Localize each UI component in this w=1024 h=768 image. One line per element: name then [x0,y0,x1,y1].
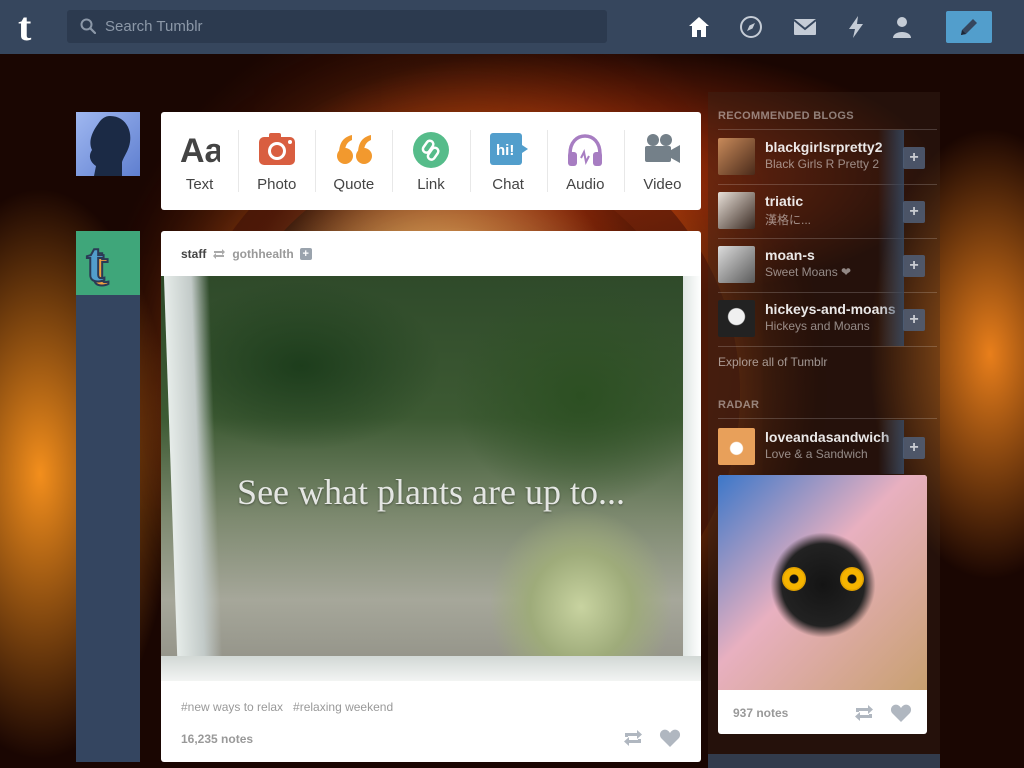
follow-button[interactable]: + [903,255,925,277]
blog-avatar[interactable] [718,300,755,337]
radar-blog-item[interactable]: loveandasandwich Love & a Sandwich + [718,420,937,474]
account-icon[interactable] [890,15,914,39]
post-type-video[interactable]: Video [623,112,701,210]
reblog-icon[interactable] [853,703,875,723]
explore-icon[interactable] [739,15,763,39]
silhouette-icon [89,116,131,176]
reblogged-from-link[interactable]: gothhealth [232,247,293,261]
follow-button[interactable]: + [903,147,925,169]
window-frame-bottom [161,656,701,681]
top-navigation-bar: t [0,0,1024,54]
link-icon [412,132,449,168]
inbox-icon[interactable] [793,15,817,39]
radar-heading: RADAR [718,399,760,411]
fern-plant [491,511,671,671]
post-actions [622,728,681,748]
post-header: staff gothhealth + [181,246,312,262]
svg-text:hi!: hi! [496,142,514,159]
post-type-label: Video [643,176,682,193]
follow-button[interactable]: + [903,201,925,223]
home-icon[interactable] [687,15,711,39]
post-photo[interactable]: See what plants are up to... [161,276,701,681]
post-type-chat[interactable]: hi! Chat [469,112,547,210]
recommended-blog-item[interactable]: triatic 漢格に... + [718,184,937,238]
blog-avatar[interactable] [718,246,755,283]
search-input[interactable] [105,10,595,43]
recommended-blog-item[interactable]: blackgirlsrpretty2 Black Girls R Pretty … [718,130,937,184]
fade-overlay [878,238,904,292]
post-type-label: Text [185,176,214,193]
radar-notes-count[interactable]: 937 notes [733,706,788,720]
radar-post-card: 937 notes [718,475,927,734]
headphones-icon [568,134,603,166]
activity-icon[interactable] [844,15,868,39]
post-tags: #new ways to relax #relaxing weekend [181,700,393,714]
tag-link[interactable]: #new ways to relax [181,700,283,714]
post-notes-count[interactable]: 16,235 notes [181,732,253,746]
like-heart-icon[interactable] [659,728,681,748]
user-avatar[interactable] [76,112,140,176]
fade-overlay [878,130,904,184]
post-type-label: Audio [566,176,605,193]
svg-text:t: t [86,232,105,294]
tag-link[interactable]: #relaxing weekend [293,700,393,714]
divider [718,418,937,419]
dashboard-post: staff gothhealth + See what plants are u… [161,231,701,762]
post-author-link[interactable]: staff [181,247,206,261]
svg-text:Aa: Aa [180,132,220,170]
search-icon [80,18,96,34]
cat-eye-left [782,567,806,591]
fade-overlay [878,292,904,346]
reblog-icon[interactable] [622,728,644,748]
compose-button[interactable] [946,11,992,43]
explore-tumblr-link[interactable]: Explore all of Tumblr [718,355,827,369]
post-type-photo[interactable]: Photo [238,112,315,210]
post-type-audio[interactable]: Audio [546,112,624,210]
follow-button[interactable]: + [903,437,925,459]
recommended-blog-item[interactable]: moan-s Sweet Moans ❤ + [718,238,937,292]
blog-avatar[interactable] [718,428,755,465]
follow-button[interactable]: + [903,309,925,331]
follow-plus-icon[interactable]: + [299,248,312,260]
post-type-text[interactable]: Aa Text [161,112,238,210]
chat-icon: hi! [490,133,529,165]
tumblr-t-icon: t t [85,231,110,299]
recommended-blogs-heading: RECOMMENDED BLOGS [718,110,854,122]
post-type-label: Quote [333,176,375,193]
pencil-icon [961,19,977,35]
camera-icon [258,133,295,165]
divider [718,346,937,347]
radar-photo[interactable] [718,475,927,690]
recommended-blog-item[interactable]: hickeys-and-moans Hickeys and Moans + [718,292,937,346]
blog-avatar[interactable] [718,192,755,229]
fade-overlay [878,420,904,474]
cat-eye-right [840,567,864,591]
video-camera-icon [645,134,681,163]
like-heart-icon[interactable] [890,703,912,723]
post-type-label: Photo [257,176,297,193]
radar-actions [853,703,912,723]
post-type-link[interactable]: Link [392,112,469,210]
sidebar-bottom-strip [708,754,940,768]
blog-avatar[interactable] [718,138,755,175]
post-avatar-column: t t [76,231,140,762]
photo-caption-text: See what plants are up to... [237,472,625,512]
tumblr-logo[interactable]: t [18,7,48,47]
post-type-label: Link [417,176,445,193]
text-icon: Aa [180,132,220,170]
reblog-icon [213,249,226,259]
post-type-bar: Aa Text Photo Quote Link hi! Chat Audio … [161,112,701,210]
quote-icon [336,135,372,164]
post-type-label: Chat [492,176,524,193]
post-type-quote[interactable]: Quote [315,112,392,210]
staff-blog-avatar[interactable]: t t [76,231,140,299]
fade-overlay [878,184,904,238]
search-box[interactable] [67,10,607,43]
